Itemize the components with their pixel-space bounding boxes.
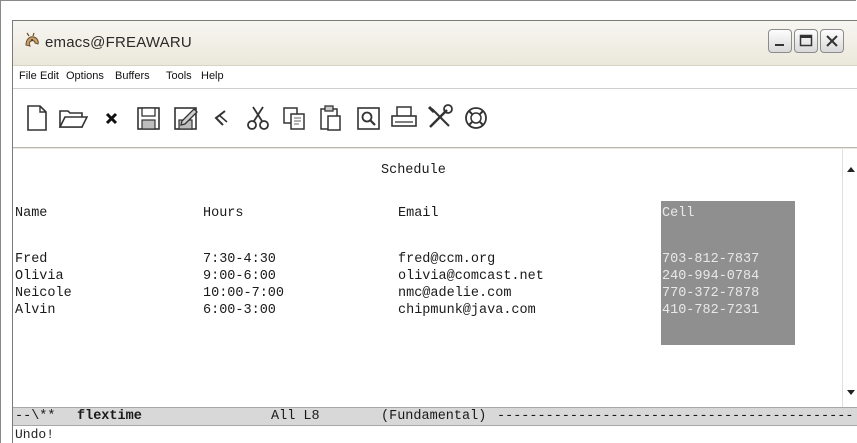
text-buffer[interactable]: Schedule Name Hours Email Cell Fred 7:30…	[13, 149, 842, 407]
row-cell: 410-782-7231	[662, 302, 760, 319]
paste-icon	[320, 105, 341, 131]
row-email: chipmunk@java.com	[398, 303, 536, 318]
print-button[interactable]	[389, 103, 419, 133]
buffer-heading: Schedule	[381, 163, 446, 178]
copy-icon	[283, 107, 305, 130]
undo-icon	[214, 110, 228, 126]
close-button[interactable]	[820, 29, 844, 53]
column-header-hours: Hours	[203, 206, 244, 221]
modeline-status: --\**	[15, 409, 56, 424]
row-email: olivia@comcast.net	[398, 269, 544, 284]
row-email: nmc@adelie.com	[398, 286, 512, 301]
copy-button[interactable]	[279, 103, 309, 133]
undo-button[interactable]	[207, 103, 237, 133]
menu-bar: File Edit Options Buffers Tools Help	[13, 66, 857, 89]
echo-area[interactable]: Undo! ⋰	[13, 426, 857, 443]
preferences-button[interactable]	[425, 103, 455, 133]
menu-file[interactable]: File	[19, 70, 37, 82]
row-cell: 240-994-0784	[662, 268, 760, 285]
minimize-icon	[775, 44, 784, 46]
maximize-button[interactable]	[794, 29, 818, 53]
minimize-button[interactable]	[768, 29, 792, 53]
preferences-icon	[427, 104, 453, 128]
modeline-position: All L8	[271, 409, 320, 424]
new-file-icon	[27, 105, 47, 131]
paste-button[interactable]	[315, 103, 345, 133]
row-hours: 9:00-6:00	[203, 269, 276, 284]
close-buffer-button[interactable]	[97, 103, 127, 133]
new-file-button[interactable]	[22, 103, 52, 133]
row-name: Alvin	[15, 303, 56, 318]
row-name: Olivia	[15, 269, 64, 284]
vertical-scrollbar[interactable]	[842, 149, 857, 407]
row-email: fred@ccm.org	[398, 252, 496, 267]
column-header-email: Email	[398, 206, 439, 221]
help-button[interactable]	[461, 103, 491, 133]
emacs-window: emacs@FREAWARU File Edit Options Buffers…	[12, 20, 857, 443]
column-header-cell: Cell	[662, 205, 695, 222]
column-header-name: Name	[15, 206, 48, 221]
help-lifesaver-icon	[465, 107, 487, 129]
emacs-gnu-icon	[23, 31, 43, 51]
row-hours: 10:00-7:00	[203, 286, 285, 301]
scroll-up-arrow-icon[interactable]	[845, 163, 857, 175]
print-icon	[391, 106, 417, 127]
window-title: emacs@FREAWARU	[45, 34, 192, 51]
row-cell: 770-372-7878	[662, 285, 760, 302]
row-name: Neicole	[15, 286, 72, 301]
search-button[interactable]	[353, 103, 383, 133]
title-bar[interactable]: emacs@FREAWARU	[13, 21, 857, 66]
toolbar	[13, 89, 857, 148]
open-file-button[interactable]	[58, 103, 88, 133]
save-as-button[interactable]	[170, 103, 200, 133]
cut-icon	[247, 106, 269, 130]
row-cell: 703-812-7837	[662, 251, 760, 268]
row-hours: 6:00-3:00	[203, 303, 276, 318]
menu-edit[interactable]: Edit	[40, 70, 59, 82]
modeline-buffer-name: flextime	[77, 409, 142, 424]
row-hours: 7:30-4:30	[203, 252, 276, 267]
modeline-mode: (Fundamental)	[381, 409, 487, 424]
menu-help[interactable]: Help	[201, 70, 224, 82]
row-name: Fred	[15, 252, 48, 267]
resize-grip-icon[interactable]: ⋰	[15, 427, 852, 440]
cut-button[interactable]	[243, 103, 273, 133]
menu-options[interactable]: Options	[66, 70, 104, 82]
mode-line[interactable]: --\** flextime All L8 (Fundamental) ----…	[13, 407, 857, 426]
modeline-fill: ----------------------------------------…	[497, 409, 854, 424]
search-icon	[357, 107, 380, 130]
save-icon	[137, 107, 160, 130]
open-folder-icon	[58, 110, 88, 128]
close-buffer-icon	[105, 112, 118, 125]
close-icon	[826, 35, 838, 47]
scroll-down-arrow-icon[interactable]	[845, 385, 857, 397]
menu-tools[interactable]: Tools	[166, 70, 192, 82]
menu-buffers[interactable]: Buffers	[115, 70, 150, 82]
save-as-icon	[174, 107, 198, 130]
save-button[interactable]	[133, 103, 163, 133]
